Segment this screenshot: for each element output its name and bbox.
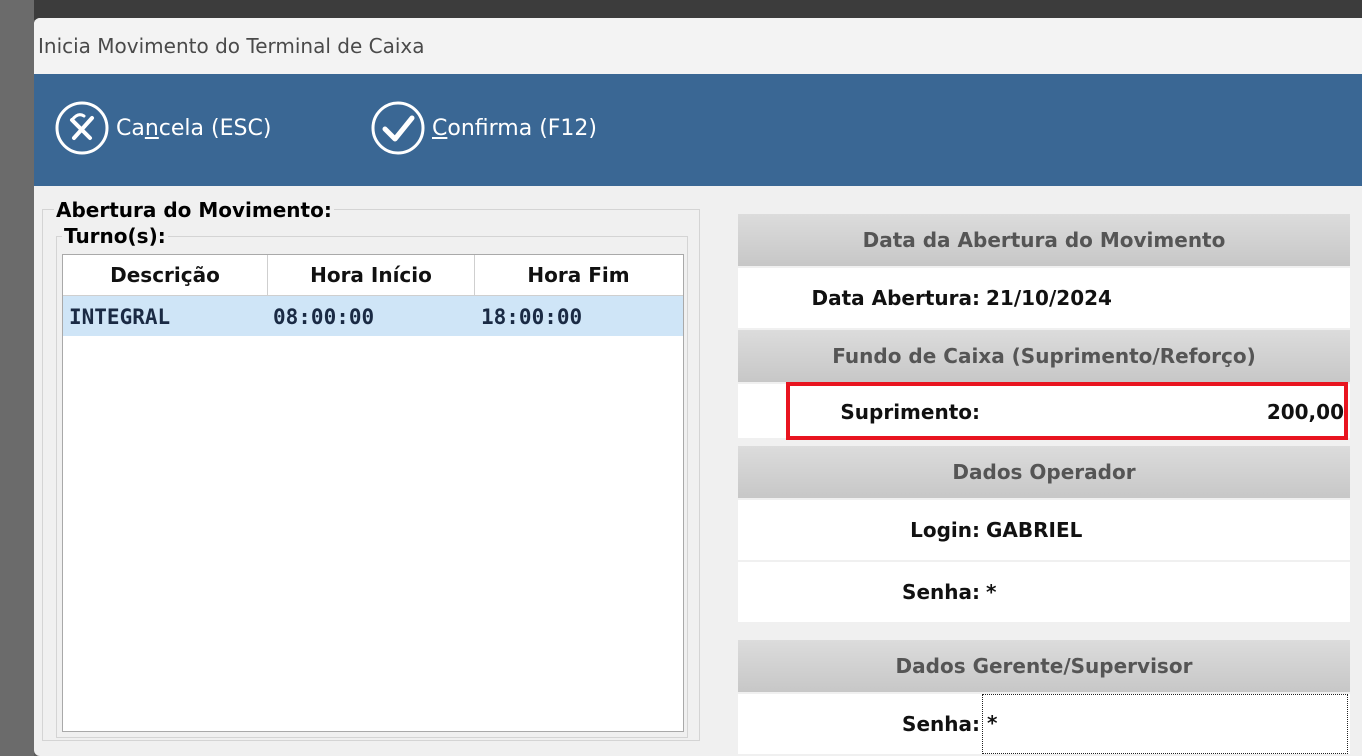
confirm-label: Confirma (F12) [432,115,598,141]
checkmark-icon [371,101,425,155]
manager-password-value: * [987,711,998,735]
cancel-button[interactable]: Cancela (ESC) [54,100,271,156]
cell-end-time: 18:00:00 [481,305,583,329]
login-row: Login: GABRIEL [738,500,1350,560]
date-value: 21/10/2024 [986,286,1112,310]
table-row[interactable]: INTEGRAL 08:00:00 18:00:00 [63,296,683,336]
shifts-grid[interactable]: Descrição Hora Início Hora Fim INTEGRAL … [62,254,684,732]
grid-header: Descrição Hora Início Hora Fim [63,255,683,296]
confirm-button[interactable]: Confirma (F12) [370,100,597,156]
title-bar[interactable]: Inicia Movimento do Terminal de Caixa [34,18,1362,74]
login-input[interactable]: GABRIEL [986,518,1082,542]
column-header-end-time[interactable]: Hora Fim [475,255,682,295]
desktop-edge [0,0,34,756]
manager-password-label: Senha: [902,712,980,736]
operator-password-label: Senha: [902,580,980,604]
manager-password-row: Senha: * [738,694,1350,754]
date-section-header: Data da Abertura do Movimento [738,214,1350,266]
dialog-window: Inicia Movimento do Terminal de Caixa Ca… [34,18,1362,756]
cancel-icon [55,101,109,155]
fund-section-header: Fundo de Caixa (Suprimento/Reforço) [738,330,1350,382]
cancel-label: Cancela (ESC) [116,115,272,141]
operator-section-header: Dados Operador [738,446,1350,498]
supply-row: Suprimento: 200,00 [738,384,1350,438]
operator-password-input[interactable]: * [986,580,996,604]
operator-password-row: Senha: * [738,562,1350,622]
column-header-start-time[interactable]: Hora Início [268,255,475,295]
login-label: Login: [910,518,980,542]
opening-group-title: Abertura do Movimento: [54,198,334,222]
cell-start-time: 08:00:00 [273,305,375,329]
date-row: Data Abertura: 21/10/2024 [738,268,1350,328]
supply-input[interactable]: 200,00 [1267,400,1344,424]
manager-password-input[interactable]: * [982,694,1348,754]
column-header-description[interactable]: Descrição [63,255,268,295]
toolbar: Cancela (ESC) Confirma (F12) [34,74,1362,186]
manager-section-header: Dados Gerente/Supervisor [738,640,1350,692]
shifts-group-title: Turno(s): [62,224,168,248]
date-label: Data Abertura: [811,286,981,310]
supply-label: Suprimento: [840,400,980,424]
window-title: Inicia Movimento do Terminal de Caixa [38,34,425,58]
cell-description: INTEGRAL [69,305,171,329]
desktop-background [0,0,1362,20]
